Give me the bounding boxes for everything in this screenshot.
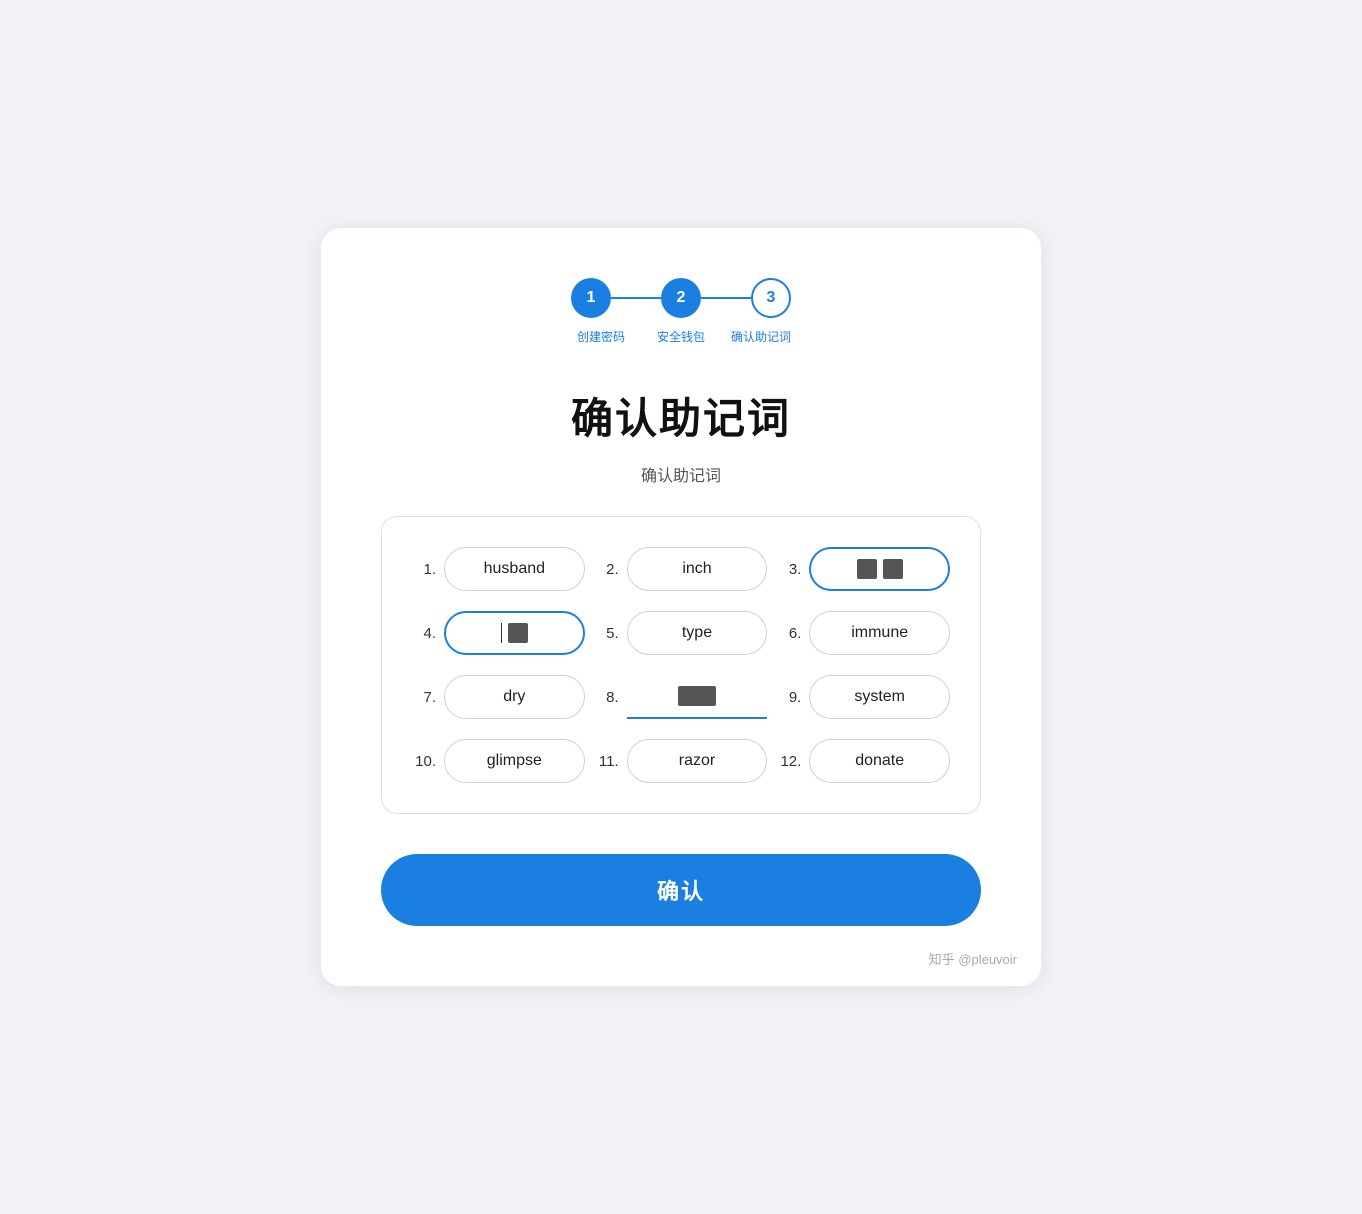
word-item-2: 2. inch [595, 547, 768, 591]
page-subtitle: 确认助记词 [381, 462, 981, 486]
word-number-9: 9. [777, 689, 801, 706]
stepper-labels: 创建密码 安全钱包 确认助记词 [561, 328, 801, 345]
word-pill-6[interactable]: immune [809, 611, 950, 655]
page-title: 确认助记词 [381, 385, 981, 446]
word-item-12: 12. donate [777, 739, 950, 783]
main-card: 1 2 3 创建密码 安全钱包 确认助记词 确认助记词 确认助记词 1. hus… [321, 228, 1041, 986]
redact-sq-3b [883, 559, 903, 579]
redact-sq-8 [678, 686, 716, 706]
step-label-2: 安全钱包 [641, 328, 721, 345]
word-number-7: 7. [412, 689, 436, 706]
words-grid: 1. husband 2. inch 3. 4. [412, 547, 950, 783]
word-pill-3[interactable] [809, 547, 950, 591]
word-pill-8[interactable] [627, 675, 768, 719]
word-pill-12[interactable]: donate [809, 739, 950, 783]
word-number-11: 11. [595, 753, 619, 770]
word-pill-4[interactable] [444, 611, 585, 655]
word-number-2: 2. [595, 561, 619, 578]
confirm-button[interactable]: 确认 [381, 854, 981, 926]
words-box: 1. husband 2. inch 3. 4. [381, 516, 981, 814]
word-item-9: 9. system [777, 675, 950, 719]
word-pill-11[interactable]: razor [627, 739, 768, 783]
step-line-1 [611, 297, 661, 299]
word-item-4: 4. [412, 611, 585, 655]
redact-sq-3a [857, 559, 877, 579]
redacted-3 [857, 559, 903, 579]
word-number-4: 4. [412, 625, 436, 642]
word-item-3: 3. [777, 547, 950, 591]
word-item-1: 1. husband [412, 547, 585, 591]
cursor-4 [501, 623, 528, 643]
stepper: 1 2 3 创建密码 安全钱包 确认助记词 [381, 278, 981, 345]
watermark: 知乎 @pleuvoir [929, 949, 1017, 968]
word-number-5: 5. [595, 625, 619, 642]
step-1: 1 [571, 278, 611, 318]
word-pill-7[interactable]: dry [444, 675, 585, 719]
word-number-3: 3. [777, 561, 801, 578]
word-item-11: 11. razor [595, 739, 768, 783]
word-number-12: 12. [777, 753, 801, 770]
redact-sq-4 [508, 623, 528, 643]
word-pill-10[interactable]: glimpse [444, 739, 585, 783]
word-item-5: 5. type [595, 611, 768, 655]
step-2: 2 [661, 278, 701, 318]
word-item-6: 6. immune [777, 611, 950, 655]
cursor-line-4 [501, 623, 502, 643]
step-line-2 [701, 297, 751, 299]
word-number-10: 10. [412, 753, 436, 770]
word-item-8: 8. [595, 675, 768, 719]
word-number-6: 6. [777, 625, 801, 642]
step-3: 3 [751, 278, 791, 318]
stepper-circles: 1 2 3 [571, 278, 791, 318]
word-number-1: 1. [412, 561, 436, 578]
step-label-1: 创建密码 [561, 328, 641, 345]
word-pill-9[interactable]: system [809, 675, 950, 719]
step-label-3: 确认助记词 [721, 328, 801, 345]
word-pill-2[interactable]: inch [627, 547, 768, 591]
word-number-8: 8. [595, 689, 619, 706]
word-pill-5[interactable]: type [627, 611, 768, 655]
word-pill-1[interactable]: husband [444, 547, 585, 591]
word-item-7: 7. dry [412, 675, 585, 719]
word-item-10: 10. glimpse [412, 739, 585, 783]
